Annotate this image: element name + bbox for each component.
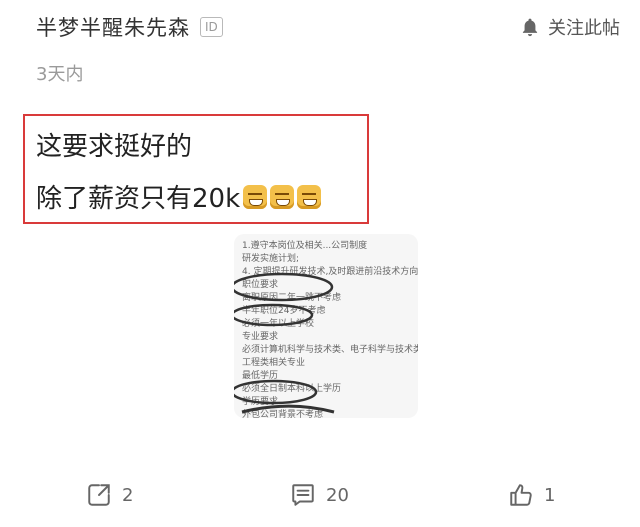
post-image-document: 1.遵守本岗位及相关...公司制度 研发实施计划; 4. 定期提升研发技术,及时… [234,234,418,418]
doc-line: 必须计算机科学与技术类、电子科学与技术类、信息与通信 [242,345,418,355]
doc-line: 必须一年以上学校 [242,319,315,329]
doc-line: 必须全日制本科以上学历 [242,384,342,394]
post-text-line-1: 这要求挺好的 [36,132,193,162]
comment-count: 20 [326,484,349,506]
post-time: 3天内 [36,64,84,85]
share-count: 2 [122,484,134,506]
comment-icon [292,484,314,506]
share-button[interactable]: 2 [86,478,133,512]
grimace-emoji-icon [270,184,295,209]
action-bar: 2 20 1 [0,478,640,512]
grimace-emoji-icon [297,184,322,209]
comment-button[interactable]: 20 [290,478,349,512]
doc-line: 4. 定期提升研发技术,及时跟进前沿技术方向。 [242,267,418,277]
doc-line: 工程类相关专业 [242,358,306,368]
post-header: 半梦半醒朱先森 ID 关注此帖 [36,10,620,44]
like-button[interactable]: 1 [508,478,555,512]
doc-line: 最低学历 [242,371,279,381]
bell-icon [522,18,538,37]
author-name[interactable]: 半梦半醒朱先森 [36,12,190,42]
doc-line: 1.遵守本岗位及相关...公司制度 [242,241,368,251]
post-image[interactable]: 1.遵守本岗位及相关...公司制度 研发实施计划; 4. 定期提升研发技术,及时… [234,234,418,418]
post-text-line-2: 除了薪资只有20k [36,178,322,215]
doc-line: 职位要求 [242,280,279,290]
doc-line: 学历要求 [242,397,279,407]
doc-line: 半年职位24岁不考虑 [242,306,326,316]
thumbs-up-icon [510,484,532,506]
grimace-emoji-icon [243,184,268,209]
id-badge: ID [200,17,223,37]
doc-line: 专业要求 [242,332,279,342]
doc-line: 外包公司背景不考虑 [242,410,324,418]
share-icon [88,484,110,506]
follow-button[interactable]: 关注此帖 [520,14,620,40]
follow-label: 关注此帖 [548,18,620,39]
doc-line: 离职原因二年一跳不考虑 [242,293,342,303]
doc-line: 研发实施计划; [242,254,300,264]
like-count: 1 [544,484,556,506]
post-text-line-2-text: 除了薪资只有20k [36,184,241,214]
